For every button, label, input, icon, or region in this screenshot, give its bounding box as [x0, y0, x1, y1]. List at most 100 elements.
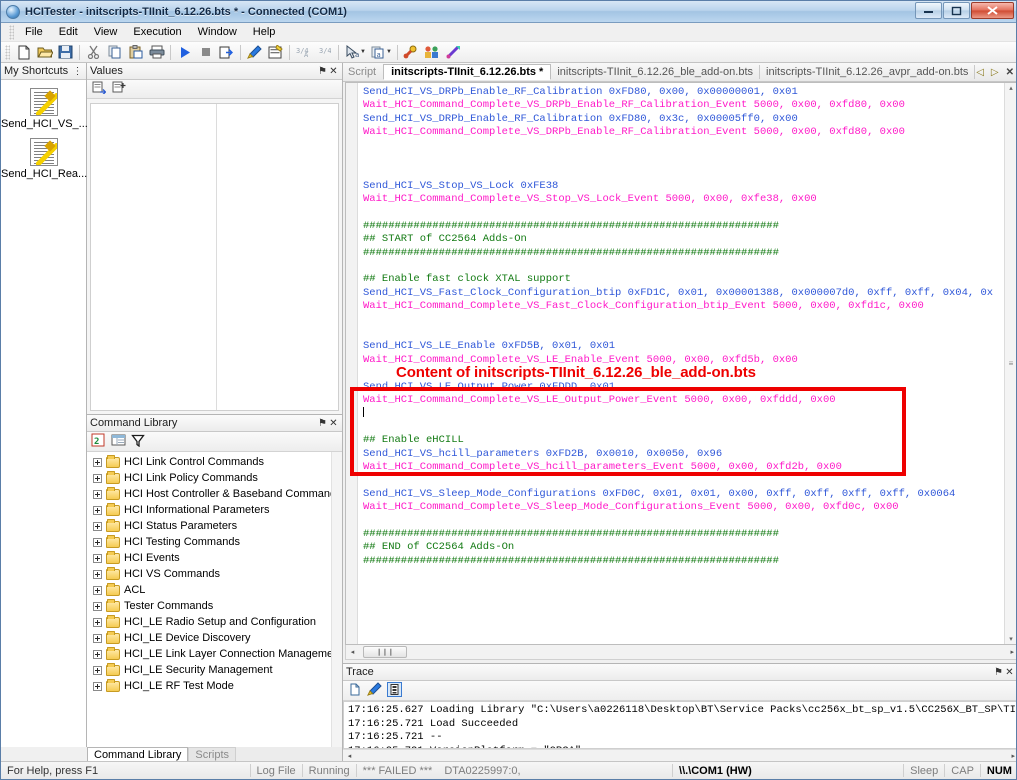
details-icon[interactable]: [111, 433, 126, 450]
pin-icon[interactable]: ⚑: [317, 418, 328, 429]
dock-tab-scripts[interactable]: Scripts: [188, 747, 237, 761]
close-icon[interactable]: ✕: [328, 66, 339, 77]
run-icon[interactable]: [175, 43, 194, 61]
filter-icon[interactable]: [131, 434, 145, 450]
trace-hscroll-right-icon[interactable]: ▸: [1011, 752, 1015, 760]
hscroll-left-icon[interactable]: ◂: [346, 648, 359, 656]
devices-icon[interactable]: [423, 43, 442, 61]
menu-item-help[interactable]: Help: [245, 24, 284, 40]
editor-tab-active[interactable]: initscripts-TIInit_6.12.26.bts *: [383, 64, 552, 80]
tree-node[interactable]: HCI Informational Parameters: [89, 502, 342, 518]
editor-tab-ble-add-on[interactable]: initscripts-TIInit_6.12.26_ble_add-on.bt…: [551, 65, 761, 79]
tab-close-icon[interactable]: ✕: [1006, 67, 1014, 78]
minimize-button[interactable]: [915, 2, 942, 19]
menu-item-view[interactable]: View: [86, 24, 126, 40]
tree-node[interactable]: ACL: [89, 582, 342, 598]
close-button[interactable]: [971, 2, 1014, 19]
tree-node[interactable]: HCI Events: [89, 550, 342, 566]
expand-icon[interactable]: [93, 601, 102, 611]
properties-icon[interactable]: [266, 43, 285, 61]
tree-node[interactable]: HCI Status Parameters: [89, 518, 342, 534]
select-tool-dropdown-icon[interactable]: ▼: [360, 49, 366, 55]
clear-icon[interactable]: [245, 43, 264, 61]
expand-icon[interactable]: [93, 681, 102, 691]
launch-icon[interactable]: [444, 43, 463, 61]
pin-icon[interactable]: ⚑: [317, 66, 328, 77]
step-icon[interactable]: [217, 43, 236, 61]
copy-icon[interactable]: [105, 43, 124, 61]
toolbar-grip[interactable]: [5, 44, 10, 60]
scroll-down-icon[interactable]: ▾: [1009, 635, 1013, 643]
menu-item-file[interactable]: File: [17, 24, 51, 40]
expand-icon[interactable]: [93, 585, 102, 595]
toggle-hex-icon[interactable]: [387, 681, 402, 700]
clear-trace-icon[interactable]: [367, 682, 382, 699]
trace-horizontal-scrollbar[interactable]: ◂ ▸: [343, 749, 1016, 761]
command-library-tree[interactable]: HCI Link Control Commands HCI Link Polic…: [87, 452, 342, 747]
hscroll-right-icon[interactable]: ▸: [1010, 648, 1014, 656]
tree-node[interactable]: HCI_LE Device Discovery: [89, 630, 342, 646]
expand-icon[interactable]: [93, 457, 102, 467]
trace-output[interactable]: 17:16:25.627 Loading Library "C:\Users\a…: [343, 701, 1016, 749]
menu-item-execution[interactable]: Execution: [125, 24, 189, 40]
open-icon[interactable]: [35, 43, 54, 61]
paste-icon[interactable]: [126, 43, 145, 61]
shortcut-item-1[interactable]: Send_HCI_Rea...: [1, 130, 87, 180]
close-icon[interactable]: ✕: [328, 418, 339, 429]
capture-dropdown-icon[interactable]: ▼: [386, 49, 392, 55]
expand-icon[interactable]: [93, 553, 102, 563]
values-grid[interactable]: [90, 103, 339, 411]
expand-icon[interactable]: [93, 537, 102, 547]
editor-horizontal-scrollbar[interactable]: ◂ ❙❙❙ ▸: [345, 645, 1016, 660]
copy-trace-icon[interactable]: [349, 683, 362, 699]
shortcut-item-0[interactable]: Send_HCI_VS_...: [1, 80, 88, 130]
hscroll-thumb[interactable]: ❙❙❙: [363, 646, 407, 658]
add-value-icon[interactable]: [92, 81, 107, 97]
tree-node[interactable]: HCI Link Control Commands: [89, 454, 342, 470]
tree-node[interactable]: HCI VS Commands: [89, 566, 342, 582]
expand-icon[interactable]: [93, 473, 102, 483]
editor-vertical-scrollbar[interactable]: ▴ ≡ ▾: [1004, 83, 1016, 644]
command-library-scrollbar[interactable]: [331, 452, 342, 747]
tab-next-icon[interactable]: ▷: [991, 67, 999, 78]
tree-node[interactable]: HCI_LE RF Test Mode: [89, 678, 342, 694]
find-prev-icon[interactable]: 3/4: [315, 43, 334, 61]
scroll-up-icon[interactable]: ▴: [1009, 84, 1013, 92]
tree-node[interactable]: HCI_LE Link Layer Connection Management: [89, 646, 342, 662]
connect-icon[interactable]: [402, 43, 421, 61]
expand-icon[interactable]: [93, 521, 102, 531]
stop-icon[interactable]: [196, 43, 215, 61]
tree-node[interactable]: HCI Testing Commands: [89, 534, 342, 550]
tree-node[interactable]: HCI_LE Radio Setup and Configuration: [89, 614, 342, 630]
expand-icon[interactable]: [93, 489, 102, 499]
tree-node[interactable]: HCI Link Policy Commands: [89, 470, 342, 486]
new-icon[interactable]: [14, 43, 33, 61]
refresh-icon[interactable]: 2: [91, 433, 106, 450]
expand-icon[interactable]: [93, 649, 102, 659]
close-icon[interactable]: ✕: [1004, 667, 1015, 678]
find-next-icon[interactable]: 3/4 A: [294, 43, 313, 61]
menu-item-edit[interactable]: Edit: [51, 24, 86, 40]
toolbar-separator-1: [79, 44, 80, 60]
save-icon[interactable]: [56, 43, 75, 61]
expand-icon[interactable]: [93, 665, 102, 675]
expand-icon[interactable]: [93, 569, 102, 579]
editor-tab-avpr-add-on[interactable]: initscripts-TIInit_6.12.26_avpr_add-on.b…: [760, 65, 976, 79]
expand-icon[interactable]: [93, 617, 102, 627]
tree-node[interactable]: Tester Commands: [89, 598, 342, 614]
cut-icon[interactable]: [84, 43, 103, 61]
print-icon[interactable]: [147, 43, 166, 61]
tree-node[interactable]: HCI_LE Security Management: [89, 662, 342, 678]
maximize-button[interactable]: [943, 2, 970, 19]
trace-hscroll-left-icon[interactable]: ◂: [343, 752, 356, 760]
expand-icon[interactable]: [93, 633, 102, 643]
dock-tab-command-library[interactable]: Command Library: [87, 747, 189, 761]
tree-node[interactable]: HCI Host Controller & Baseband Commands: [89, 486, 342, 502]
new-value-icon[interactable]: [112, 81, 126, 97]
shortcuts-menu-icon[interactable]: ⋮: [72, 66, 83, 77]
pin-icon[interactable]: ⚑: [993, 667, 1004, 678]
expand-icon[interactable]: [93, 505, 102, 515]
menu-item-window[interactable]: Window: [190, 24, 245, 40]
scroll-thumb-mark[interactable]: ≡: [1009, 359, 1014, 368]
tab-prev-icon[interactable]: ◁: [976, 67, 984, 78]
